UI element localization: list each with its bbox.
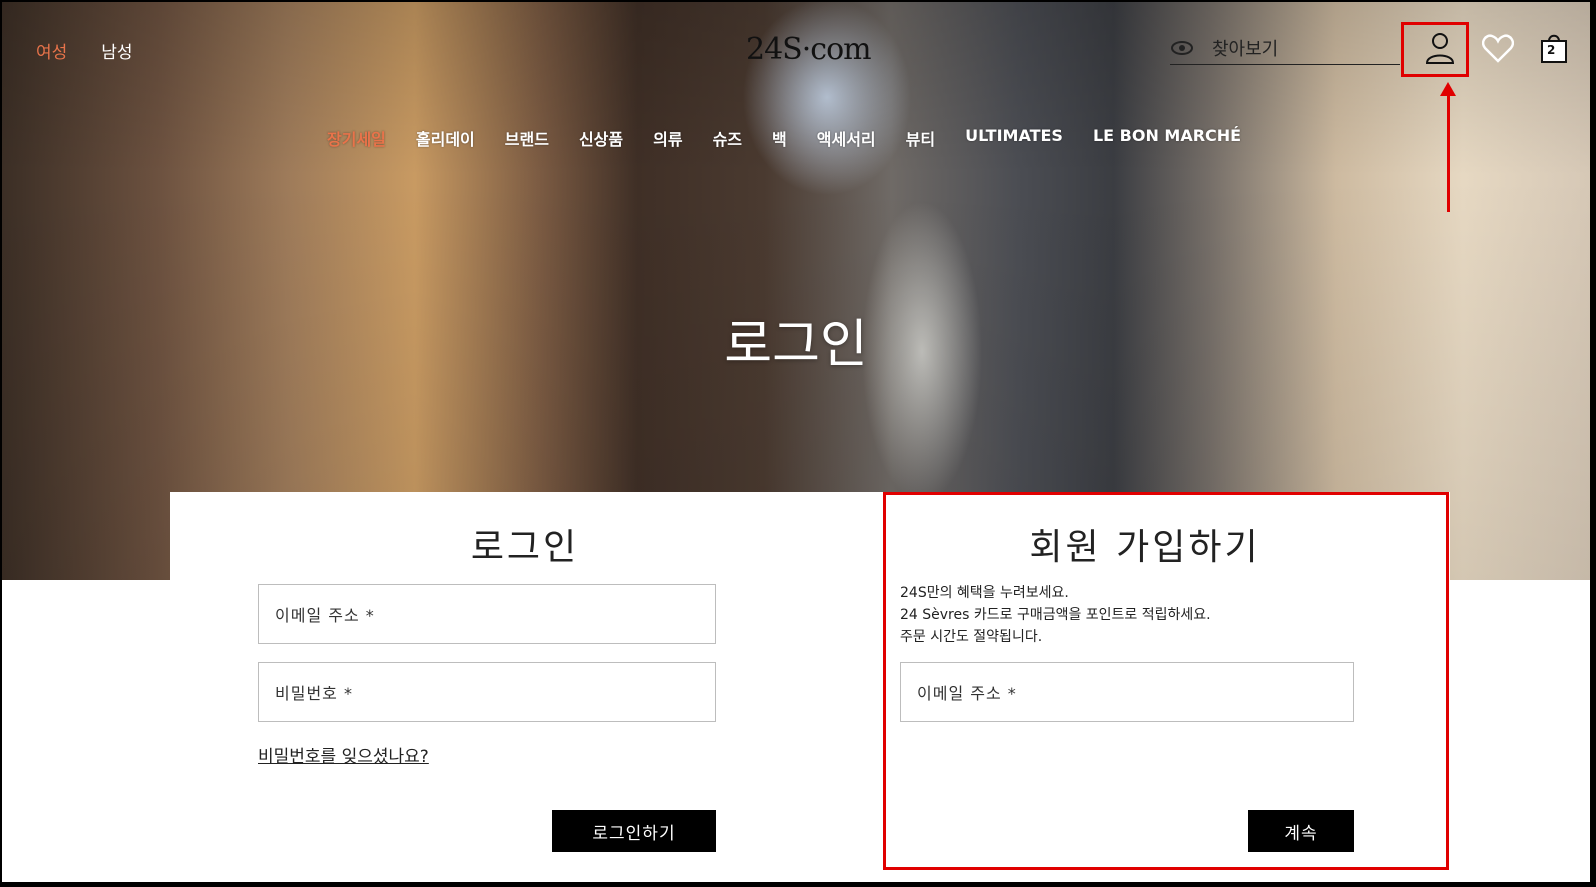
login-button[interactable]: 로그인하기	[552, 810, 716, 852]
bag-icon[interactable]: 2	[1534, 28, 1574, 68]
menu-item-le-bon-marche[interactable]: LE BON MARCHÉ	[1093, 126, 1241, 150]
menu-item-brands[interactable]: 브랜드	[505, 126, 549, 150]
search-bar[interactable]: 찾아보기	[1170, 32, 1400, 65]
menu-item-ultimates[interactable]: ULTIMATES	[965, 126, 1063, 150]
gender-tabs: 여성 남성	[36, 38, 133, 63]
menu-item-clothing[interactable]: 의류	[653, 126, 682, 150]
tab-men[interactable]: 남성	[101, 38, 132, 63]
login-password-field[interactable]: 비밀번호 *	[258, 662, 716, 722]
site-logo[interactable]: 24S·com	[746, 32, 872, 67]
main-menu: 장기세일 홀리데이 브랜드 신상품 의류 슈즈 백 액세서리 뷰티 ULTIMA…	[327, 126, 1241, 150]
menu-item-shoes[interactable]: 슈즈	[713, 126, 742, 150]
bag-count-badge: 2	[1547, 43, 1556, 57]
menu-item-accessories[interactable]: 액세서리	[817, 126, 876, 150]
annotation-arrow-line	[1447, 92, 1450, 212]
annotation-box-signup	[883, 492, 1449, 870]
menu-item-sale[interactable]: 장기세일	[327, 126, 386, 150]
annotation-box-user	[1401, 22, 1469, 77]
hero-title: 로그인	[724, 315, 868, 375]
eye-icon[interactable]	[1170, 36, 1194, 60]
tab-women[interactable]: 여성	[36, 38, 67, 63]
login-title: 로그인	[470, 527, 580, 568]
search-input[interactable]: 찾아보기	[1212, 35, 1278, 61]
menu-item-new[interactable]: 신상품	[579, 126, 623, 150]
menu-item-beauty[interactable]: 뷰티	[906, 126, 935, 150]
page-frame: 여성 남성 24S·com 찾아보기 2 장기세일 홀리데이 브랜드 신상품 의…	[2, 2, 1590, 882]
heart-icon[interactable]	[1478, 28, 1518, 68]
forgot-password-link[interactable]: 비밀번호를 잊으셨나요?	[258, 742, 429, 767]
menu-item-holiday[interactable]: 홀리데이	[416, 126, 475, 150]
menu-item-bags[interactable]: 백	[772, 126, 787, 150]
login-panel: 로그인 이메일 주소 * 비밀번호 * 비밀번호를 잊으셨나요? 로그인하기	[170, 492, 880, 882]
login-email-field[interactable]: 이메일 주소 *	[258, 584, 716, 644]
